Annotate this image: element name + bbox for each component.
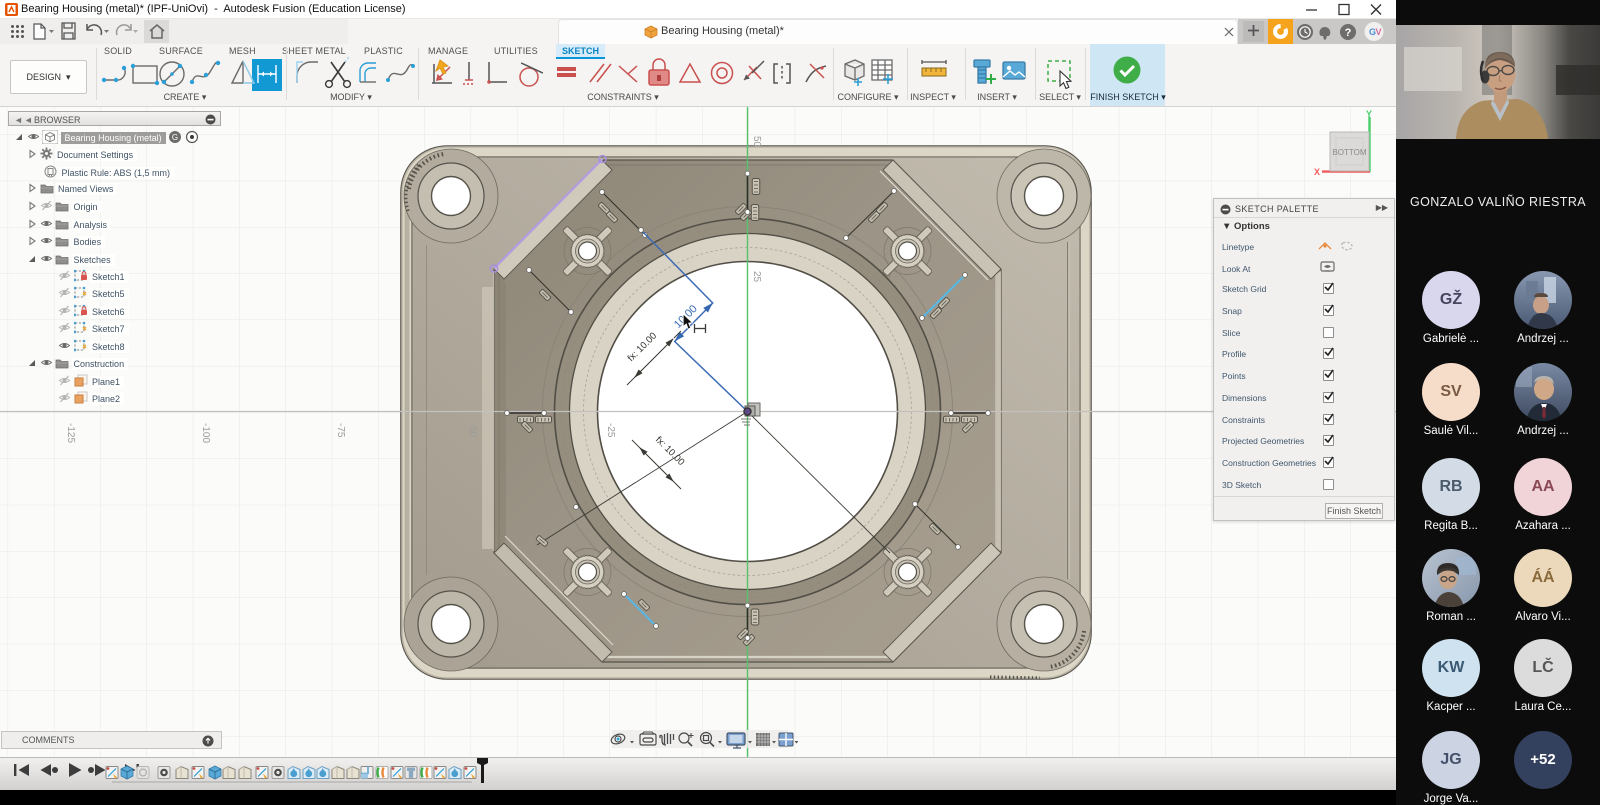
svg-text:-75: -75 bbox=[335, 423, 346, 438]
svg-text:V: V bbox=[1376, 27, 1382, 37]
svg-text:G: G bbox=[172, 133, 178, 142]
svg-text:X: X bbox=[1314, 167, 1320, 177]
svg-text:?: ? bbox=[1345, 27, 1352, 39]
svg-text:-100: -100 bbox=[200, 423, 211, 443]
svg-text:Y: Y bbox=[1366, 109, 1372, 119]
svg-text:-50: -50 bbox=[467, 423, 478, 438]
svg-text:BOTTOM: BOTTOM bbox=[1332, 148, 1366, 157]
svg-text:25: 25 bbox=[751, 271, 762, 283]
svg-text:-25: -25 bbox=[605, 423, 616, 438]
svg-text:-125: -125 bbox=[65, 423, 76, 443]
svg-text:50: 50 bbox=[751, 136, 762, 148]
